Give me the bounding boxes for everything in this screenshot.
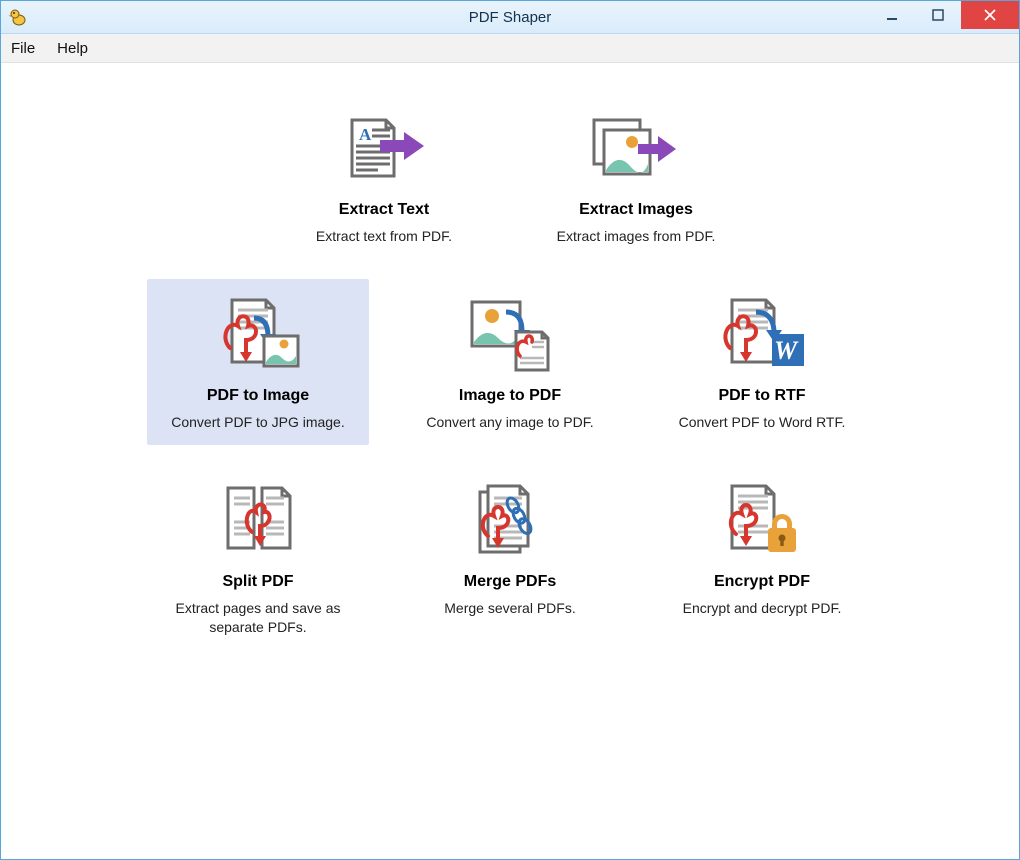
close-button[interactable]	[961, 1, 1019, 29]
tile-merge-pdfs[interactable]: Merge PDFs Merge several PDFs.	[399, 465, 621, 649]
tile-desc: Convert PDF to JPG image.	[171, 413, 345, 431]
tile-desc: Convert any image to PDF.	[426, 413, 593, 431]
maximize-icon	[932, 9, 944, 21]
app-icon	[7, 6, 29, 28]
row-2: PDF to Image Convert PDF to JPG image.	[147, 279, 873, 445]
tile-extract-images[interactable]: Extract Images Extract images from PDF.	[525, 93, 747, 259]
pdf-to-rtf-icon: W	[714, 293, 810, 379]
minimize-button[interactable]	[869, 1, 915, 29]
tile-title: Extract Images	[579, 201, 693, 219]
row-3: Split PDF Extract pages and save as sepa…	[147, 465, 873, 649]
tile-title: PDF to Image	[207, 387, 309, 405]
tile-title: Merge PDFs	[464, 573, 556, 591]
window-controls	[869, 1, 1019, 29]
tile-encrypt-pdf[interactable]: Encrypt PDF Encrypt and decrypt PDF.	[651, 465, 873, 649]
tile-desc: Merge several PDFs.	[444, 599, 575, 617]
tile-title: Image to PDF	[459, 387, 561, 405]
tile-image-to-pdf[interactable]: Image to PDF Convert any image to PDF.	[399, 279, 621, 445]
tile-title: PDF to RTF	[718, 387, 805, 405]
menu-help[interactable]: Help	[53, 38, 92, 59]
app-window: PDF Shaper File Help	[0, 0, 1020, 860]
window-title: PDF Shaper	[1, 9, 1019, 26]
tile-extract-text[interactable]: A	[273, 93, 495, 259]
tile-split-pdf[interactable]: Split PDF Extract pages and save as sepa…	[147, 465, 369, 649]
maximize-button[interactable]	[915, 1, 961, 29]
svg-text:A: A	[359, 125, 372, 144]
row-1: A	[273, 93, 747, 259]
tile-desc: Extract pages and save as separate PDFs.	[158, 599, 358, 635]
content-area: A	[1, 63, 1019, 859]
extract-text-icon: A	[336, 107, 432, 193]
svg-text:W: W	[774, 336, 799, 365]
close-icon	[984, 9, 996, 21]
tile-title: Split PDF	[222, 573, 293, 591]
tile-desc: Convert PDF to Word RTF.	[679, 413, 846, 431]
tile-title: Extract Text	[339, 201, 429, 219]
merge-pdfs-icon	[462, 479, 558, 565]
split-pdf-icon	[210, 479, 306, 565]
pdf-to-image-icon	[210, 293, 306, 379]
image-to-pdf-icon	[462, 293, 558, 379]
tile-desc: Extract images from PDF.	[557, 227, 716, 245]
tile-title: Encrypt PDF	[714, 573, 810, 591]
tile-pdf-to-image[interactable]: PDF to Image Convert PDF to JPG image.	[147, 279, 369, 445]
extract-images-icon	[586, 107, 686, 193]
menubar: File Help	[1, 34, 1019, 63]
tile-desc: Extract text from PDF.	[316, 227, 452, 245]
minimize-icon	[886, 9, 898, 21]
encrypt-pdf-icon	[714, 479, 810, 565]
tile-pdf-to-rtf[interactable]: W PDF to RTF Convert PDF to Word RTF.	[651, 279, 873, 445]
tile-desc: Encrypt and decrypt PDF.	[683, 599, 842, 617]
menu-file[interactable]: File	[7, 38, 39, 59]
titlebar: PDF Shaper	[1, 1, 1019, 34]
